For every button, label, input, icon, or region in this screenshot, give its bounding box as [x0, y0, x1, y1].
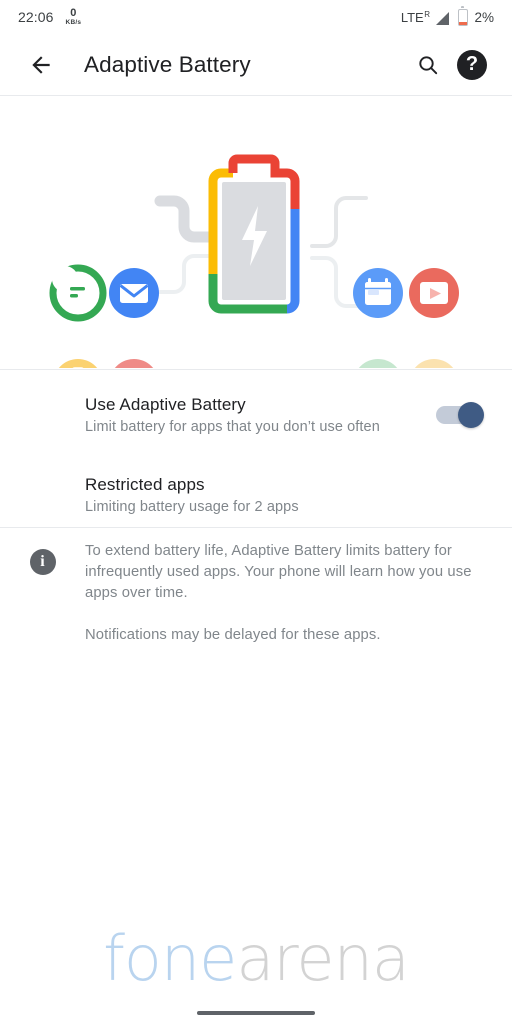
page-title: Adaptive Battery	[84, 51, 251, 77]
info-icon-wrap: i	[0, 541, 85, 646]
battery-percent-label: 2%	[474, 9, 494, 25]
battery-fill	[459, 21, 468, 25]
network-speed-value: 0	[70, 6, 77, 19]
signal-strength-icon	[436, 11, 450, 25]
adaptive-battery-texts: Use Adaptive Battery Limit battery for a…	[85, 394, 436, 436]
settings-footer-divider	[0, 527, 512, 528]
help-icon: ?	[457, 49, 487, 80]
help-button[interactable]: ?	[450, 43, 494, 87]
calendar-icon	[353, 268, 403, 318]
arrow-back-icon	[32, 55, 50, 74]
info-text-block: To extend battery life, Adaptive Battery…	[85, 541, 484, 646]
battery-with-bolt	[208, 154, 300, 314]
messages-icon	[49, 264, 107, 322]
adaptive-battery-title: Use Adaptive Battery	[85, 394, 246, 414]
network-speed-indicator: 0 KB/s	[65, 6, 82, 27]
restricted-apps-subtitle: Limiting battery usage for 2 apps	[85, 499, 299, 516]
fitness-run-icon	[109, 359, 159, 409]
network-type-label: LTE R	[401, 10, 430, 25]
connector-lines-right-active	[310, 196, 368, 248]
setting-row-use-adaptive-battery[interactable]: Use Adaptive Battery Limit battery for a…	[0, 384, 512, 446]
status-bar: 22:06 0 KB/s LTE R 2%	[0, 0, 512, 34]
info-paragraph-2: Notifications may be delayed for these a…	[85, 627, 381, 643]
video-play-icon	[409, 268, 459, 318]
restricted-apps-texts: Restricted apps Limiting battery usage f…	[85, 474, 488, 516]
connector-lines-left-active	[154, 195, 216, 243]
watermark-part-b: arena	[236, 922, 410, 995]
connector-lines-left-dim	[158, 254, 212, 294]
gesture-nav-pill[interactable]	[197, 1011, 315, 1015]
search-icon	[419, 55, 438, 74]
back-button[interactable]	[18, 42, 64, 88]
setting-row-restricted-apps[interactable]: Restricted apps Limiting battery usage f…	[0, 464, 512, 526]
adaptive-battery-subtitle: Limit battery for apps that you don’t us…	[85, 419, 380, 436]
status-bar-left: 22:06 0 KB/s	[18, 6, 82, 27]
briefcase-icon	[53, 359, 103, 409]
search-button[interactable]	[406, 43, 450, 87]
watermark-part-a: fone	[103, 922, 237, 995]
info-paragraph-1: To extend battery life, Adaptive Battery…	[85, 543, 472, 601]
adaptive-battery-illustration	[0, 96, 512, 409]
watermark: fonearena	[0, 928, 512, 990]
network-speed-unit: KB/s	[65, 18, 82, 26]
email-icon	[109, 268, 159, 318]
illustration-divider	[0, 369, 512, 370]
status-bar-right: LTE R 2%	[401, 6, 494, 26]
photos-card-icon	[409, 359, 459, 409]
info-icon: i	[29, 549, 56, 575]
restricted-apps-title: Restricted apps	[85, 474, 205, 494]
adaptive-battery-toggle[interactable]	[436, 400, 488, 430]
app-bar: Adaptive Battery ?	[0, 34, 512, 95]
roaming-indicator: R	[424, 9, 430, 19]
illustration-svg	[49, 154, 459, 409]
toggle-thumb	[458, 402, 484, 428]
info-footer: i To extend battery life, Adaptive Batte…	[0, 541, 512, 646]
maps-pin-icon	[353, 359, 403, 409]
status-time: 22:06	[18, 9, 54, 25]
network-type-text: LTE	[400, 9, 424, 25]
battery-icon	[458, 6, 469, 26]
